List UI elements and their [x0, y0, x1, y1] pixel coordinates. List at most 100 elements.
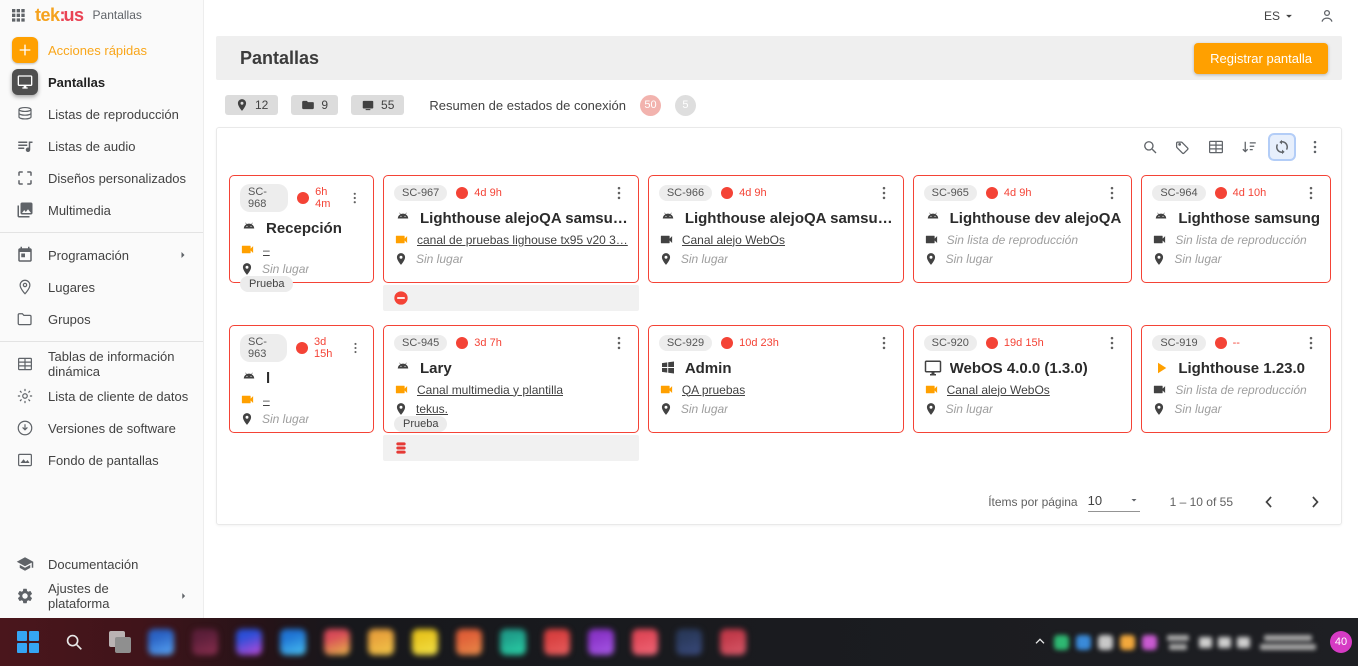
tray-app-icon[interactable] [1120, 635, 1135, 650]
taskbar-app-icon[interactable] [405, 622, 445, 662]
tray-app-icon[interactable] [1098, 635, 1113, 650]
card-menu-button[interactable] [1302, 184, 1320, 202]
volume-icon[interactable] [1218, 637, 1231, 648]
card-menu-button[interactable] [348, 339, 363, 357]
counter-chip-places-count[interactable]: 12 [225, 95, 278, 115]
table-view-button[interactable] [1202, 133, 1230, 161]
card-menu-button[interactable] [1103, 334, 1121, 352]
taskbar-app-icon[interactable] [185, 622, 225, 662]
register-screen-button[interactable]: Registrar pantalla [1194, 43, 1328, 74]
screen-card[interactable]: SC-964 4d 10h Lighthose samsung Sin list… [1141, 175, 1331, 283]
search-button[interactable] [1136, 133, 1164, 161]
screen-card[interactable]: SC-919 -- Lighthouse 1.23.0 Sin lista de… [1141, 325, 1331, 433]
start-button[interactable] [8, 622, 48, 662]
playlist-value[interactable]: QA pruebas [682, 383, 745, 397]
sort-button[interactable] [1235, 133, 1263, 161]
tray-overflow-button[interactable] [1032, 634, 1048, 650]
notification-count-badge[interactable]: 40 [1330, 631, 1352, 653]
taskbar-app-icon[interactable] [449, 622, 489, 662]
taskbar-app-icon[interactable] [625, 622, 665, 662]
tray-app-icon[interactable] [1076, 635, 1091, 650]
location-value: Sin lugar [262, 412, 309, 426]
previous-page-button[interactable] [1259, 492, 1279, 512]
card-footer [383, 285, 639, 311]
refresh-button[interactable] [1268, 133, 1296, 161]
filter-tags-button[interactable] [1169, 133, 1197, 161]
apps-grid-icon[interactable] [10, 7, 26, 23]
tray-app-icon[interactable] [1054, 635, 1069, 650]
next-page-button[interactable] [1305, 492, 1325, 512]
tekus-logo[interactable]: tek:us [35, 6, 84, 24]
location-icon [240, 262, 254, 276]
screen-solid-icon [361, 98, 375, 112]
screen-card[interactable]: SC-929 10d 23h Admin QA pruebas Sin luga… [648, 325, 904, 433]
card-menu-button[interactable] [1103, 184, 1121, 202]
taskbar-app-icon[interactable] [713, 622, 753, 662]
sidebar-item-listas-de-audio[interactable]: Listas de audio [0, 130, 203, 162]
sidebar-item-lugares[interactable]: Lugares [0, 271, 203, 303]
sidebar-item-programacion[interactable]: Programación [0, 239, 203, 271]
screen-card[interactable]: SC-945 3d 7h Lary Canal multimedia y pla… [383, 325, 639, 461]
card-menu-button[interactable] [875, 334, 893, 352]
playlist-value[interactable]: – [263, 243, 270, 257]
taskbar-app-icon[interactable] [581, 622, 621, 662]
taskbar-app-icon[interactable] [273, 622, 313, 662]
sidebar-item-disenos-personalizados[interactable]: Diseños personalizados [0, 162, 203, 194]
tray-language-indicator[interactable] [1167, 635, 1189, 650]
user-account-icon[interactable] [1318, 7, 1336, 25]
sidebar-item-documentacion[interactable]: Documentación [0, 548, 203, 580]
sidebar-item-versiones-de-software[interactable]: Versiones de software [0, 412, 203, 444]
card-menu-button[interactable] [610, 184, 628, 202]
image-icon [16, 451, 34, 469]
sidebar-item-listas-de-reproduccion[interactable]: Listas de reproducción [0, 98, 203, 130]
taskbar-app-icon[interactable] [493, 622, 533, 662]
sidebar-item-ajustes-de-plataforma[interactable]: Ajustes de plataforma [0, 580, 203, 612]
taskbar-app-icon[interactable] [229, 622, 269, 662]
card-menu-button[interactable] [875, 184, 893, 202]
battery-icon[interactable] [1237, 637, 1250, 648]
app-icon [632, 629, 658, 655]
playlist-value[interactable]: Canal alejo WebOs [682, 233, 785, 247]
screen-card[interactable]: SC-965 4d 9h Lighthouse dev alejoQA Sin … [913, 175, 1133, 283]
clock-date-display[interactable] [1260, 635, 1316, 650]
taskbar-app-icon[interactable] [317, 622, 357, 662]
card-menu-button[interactable] [610, 334, 628, 352]
screen-card[interactable]: SC-967 4d 9h Lighthouse alejoQA samsu… c… [383, 175, 639, 311]
language-selector[interactable]: ES [1264, 9, 1296, 23]
calendar-icon [16, 246, 34, 264]
more-options-button[interactable] [1301, 133, 1329, 161]
app-icon [720, 629, 746, 655]
screen-card[interactable]: SC-920 19d 15h WebOS 4.0.0 (1.3.0) Canal… [913, 325, 1133, 433]
network-icon[interactable] [1199, 637, 1212, 648]
counter-chip-screens-count[interactable]: 55 [351, 95, 404, 115]
sidebar-item-lista-cliente-datos[interactable]: Lista de cliente de datos [0, 380, 203, 412]
location-value[interactable]: tekus. [416, 402, 448, 416]
status-dot [721, 187, 733, 199]
sidebar-item-tablas-informacion-dinamica[interactable]: Tablas de información dinámica [0, 348, 203, 380]
sidebar-item-multimedia[interactable]: Multimedia [0, 194, 203, 226]
card-menu-button[interactable] [1302, 334, 1320, 352]
sidebar-item-grupos[interactable]: Grupos [0, 303, 203, 335]
screen-card[interactable]: SC-966 4d 9h Lighthouse alejoQA samsu… C… [648, 175, 904, 283]
plus-icon [17, 42, 33, 58]
taskbar-app-icon[interactable] [537, 622, 577, 662]
taskbar-search-button[interactable] [54, 622, 94, 662]
playlist-value[interactable]: Canal multimedia y plantilla [417, 383, 563, 397]
tray-app-icon[interactable] [1142, 635, 1157, 650]
taskbar-app-icon[interactable] [361, 622, 401, 662]
page-size-select[interactable]: 10 [1088, 493, 1140, 512]
screen-card[interactable]: SC-968 6h 4m Recepción – Sin lugar Prueb… [229, 175, 374, 283]
sidebar-item-acciones-rapidas[interactable]: Acciones rápidas [0, 34, 203, 66]
sidebar-item-fondo-de-pantallas[interactable]: Fondo de pantallas [0, 444, 203, 476]
task-view-button[interactable] [100, 622, 140, 662]
playlist-value[interactable]: canal de pruebas lighouse tx95 v20 3… [417, 233, 628, 247]
counter-chip-groups-count[interactable]: 9 [291, 95, 338, 115]
screen-card[interactable]: SC-963 3d 15h l – Sin lugar [229, 325, 374, 433]
summary-badge-offline-count: 50 [640, 95, 661, 116]
taskbar-app-icon[interactable] [141, 622, 181, 662]
playlist-value[interactable]: – [263, 393, 270, 407]
playlist-value[interactable]: Canal alejo WebOs [947, 383, 1050, 397]
sidebar-item-pantallas[interactable]: Pantallas [0, 66, 203, 98]
card-menu-button[interactable] [347, 189, 363, 207]
taskbar-app-icon[interactable] [669, 622, 709, 662]
